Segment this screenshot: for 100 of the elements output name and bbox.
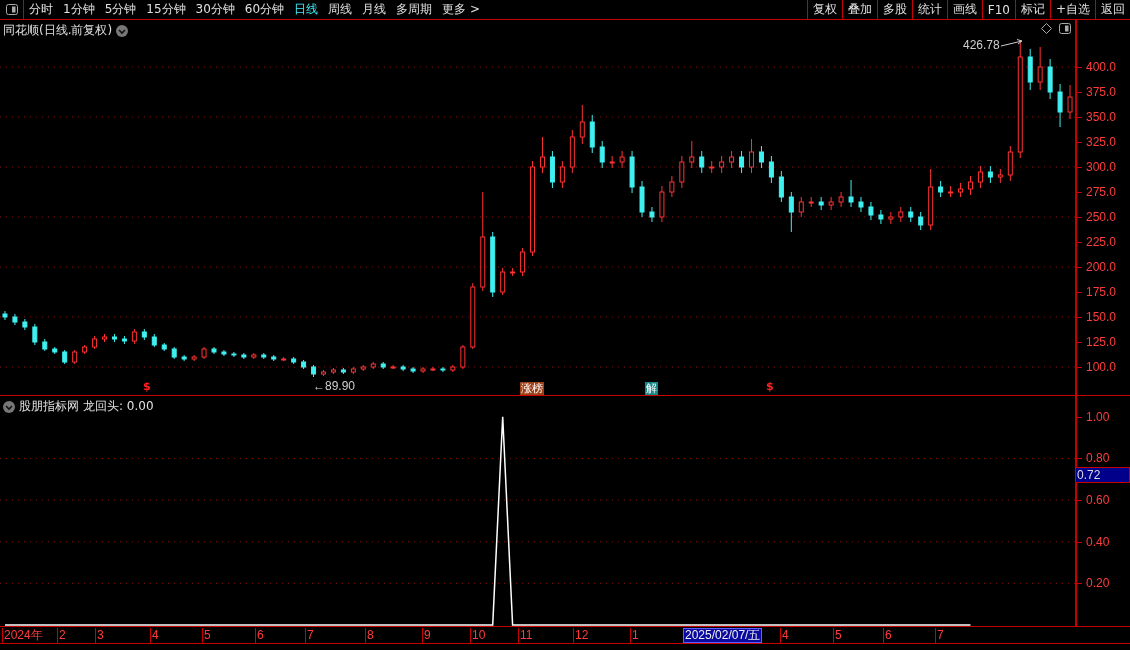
candlestick <box>281 356 287 362</box>
indicator-reading: 龙回头: 0.00 <box>83 398 154 415</box>
event-tag[interactable]: 涨榜 <box>520 382 544 395</box>
candlestick <box>350 366 356 375</box>
date-axis-label: 8 <box>365 628 374 643</box>
candlestick <box>938 180 944 198</box>
period-tab[interactable]: 1分钟 <box>58 0 100 19</box>
candlestick <box>231 351 237 358</box>
indicator-source: 股朋指标网 <box>19 398 79 415</box>
candlestick <box>52 346 58 355</box>
candlestick <box>490 231 496 298</box>
high-price-label: 426.78 <box>963 38 1000 52</box>
diamond-icon[interactable] <box>1041 23 1052 34</box>
candlestick <box>1027 48 1033 91</box>
date-axis-label: 1 <box>630 628 639 643</box>
panel-toggle-icon[interactable] <box>5 4 18 15</box>
axis-label: 0.60 <box>1086 493 1110 508</box>
candlestick <box>818 196 824 211</box>
toolbar-button[interactable]: 统计 <box>911 0 947 19</box>
date-axis-label: 11 <box>518 628 533 643</box>
toolbar-button[interactable]: 画线 <box>946 0 982 19</box>
dropdown-icon[interactable] <box>3 400 15 413</box>
date-axis-label: 4 <box>150 628 159 643</box>
date-axis-label: 10 <box>470 628 486 643</box>
period-tab[interactable]: 15分钟 <box>141 0 191 19</box>
axis-label: 350.0 <box>1086 110 1117 124</box>
axis-label: 0.20 <box>1086 576 1110 591</box>
date-axis-label: 9 <box>422 628 431 643</box>
toolbar-button[interactable]: 叠加 <box>841 0 877 19</box>
toolbar-button[interactable]: F10 <box>981 0 1015 19</box>
candlestick <box>111 333 117 343</box>
date-axis-label: 5 <box>833 628 842 643</box>
candlestick <box>430 366 436 372</box>
candlestick <box>679 155 685 189</box>
candlestick <box>928 168 934 231</box>
candlestick <box>689 140 695 169</box>
axis-label: 225.0 <box>1086 235 1117 249</box>
period-tab[interactable]: 更多 > <box>437 0 485 19</box>
candlestick <box>878 209 884 225</box>
axis-label: 175.0 <box>1086 285 1117 299</box>
axis-label: 325.0 <box>1086 135 1117 149</box>
toolbar-button[interactable]: 多股 <box>876 0 912 19</box>
candlestick <box>420 366 426 374</box>
candlestick <box>549 150 555 189</box>
dividend-marker[interactable]: $ <box>143 380 151 394</box>
candlestick <box>619 150 625 169</box>
period-tab[interactable]: 30分钟 <box>190 0 240 19</box>
candlestick <box>370 361 376 370</box>
candlestick <box>739 150 745 174</box>
candlestick <box>390 364 396 370</box>
candlestick <box>22 318 28 331</box>
candlestick <box>958 182 964 198</box>
period-tab[interactable]: 周线 <box>323 0 358 19</box>
period-tab[interactable]: 分时 <box>24 0 58 19</box>
candlestick <box>121 335 127 345</box>
period-tab[interactable]: 日线 <box>289 0 324 19</box>
candlestick <box>629 150 635 194</box>
candlestick <box>470 282 476 350</box>
axis-label: 1.00 <box>1086 409 1110 424</box>
candlestick <box>798 196 804 218</box>
candlestick <box>669 175 675 198</box>
candlestick <box>1057 83 1063 128</box>
candlestick <box>948 185 954 198</box>
date-axis-label: 4 <box>780 628 789 643</box>
toolbar-button[interactable]: 标记 <box>1014 0 1050 19</box>
axis-label: 0.40 <box>1086 534 1110 549</box>
event-tag[interactable]: 解 <box>645 382 658 395</box>
toolbar-button[interactable]: 返回 <box>1095 0 1130 19</box>
candlestick <box>808 196 814 208</box>
candlestick <box>659 185 665 223</box>
period-tab[interactable]: 60分钟 <box>239 0 290 19</box>
candlestick <box>908 206 914 223</box>
candlestick <box>321 369 326 377</box>
toolbar-button[interactable]: 复权 <box>806 0 842 19</box>
period-tab[interactable]: 月线 <box>357 0 392 19</box>
candlestick <box>768 155 774 184</box>
candlestick <box>977 165 983 189</box>
candlestick <box>201 346 207 360</box>
dropdown-icon[interactable] <box>116 24 129 37</box>
period-tab[interactable]: 多周期 <box>391 0 438 19</box>
date-axis-label: 5 <box>202 628 211 643</box>
candlestick <box>440 366 446 373</box>
toolbar-button[interactable]: +自选 <box>1049 0 1095 19</box>
candlestick <box>181 354 187 362</box>
arrow-icon <box>1001 39 1023 47</box>
candlestick <box>360 364 366 372</box>
candlestick <box>540 136 545 174</box>
candlestick <box>161 342 167 352</box>
dividend-marker[interactable]: $ <box>766 380 774 394</box>
candlestick <box>848 179 854 208</box>
candlestick <box>330 367 336 375</box>
candlestick <box>340 367 346 375</box>
axis-label: 0.80 <box>1086 451 1110 466</box>
candlestick <box>171 346 177 360</box>
candlestick <box>261 352 267 360</box>
candlestick <box>32 323 38 346</box>
candlestick <box>719 155 725 174</box>
panel-toggle-icon[interactable] <box>1059 23 1071 34</box>
period-tab[interactable]: 5分钟 <box>99 0 142 19</box>
candlestick <box>251 352 257 360</box>
